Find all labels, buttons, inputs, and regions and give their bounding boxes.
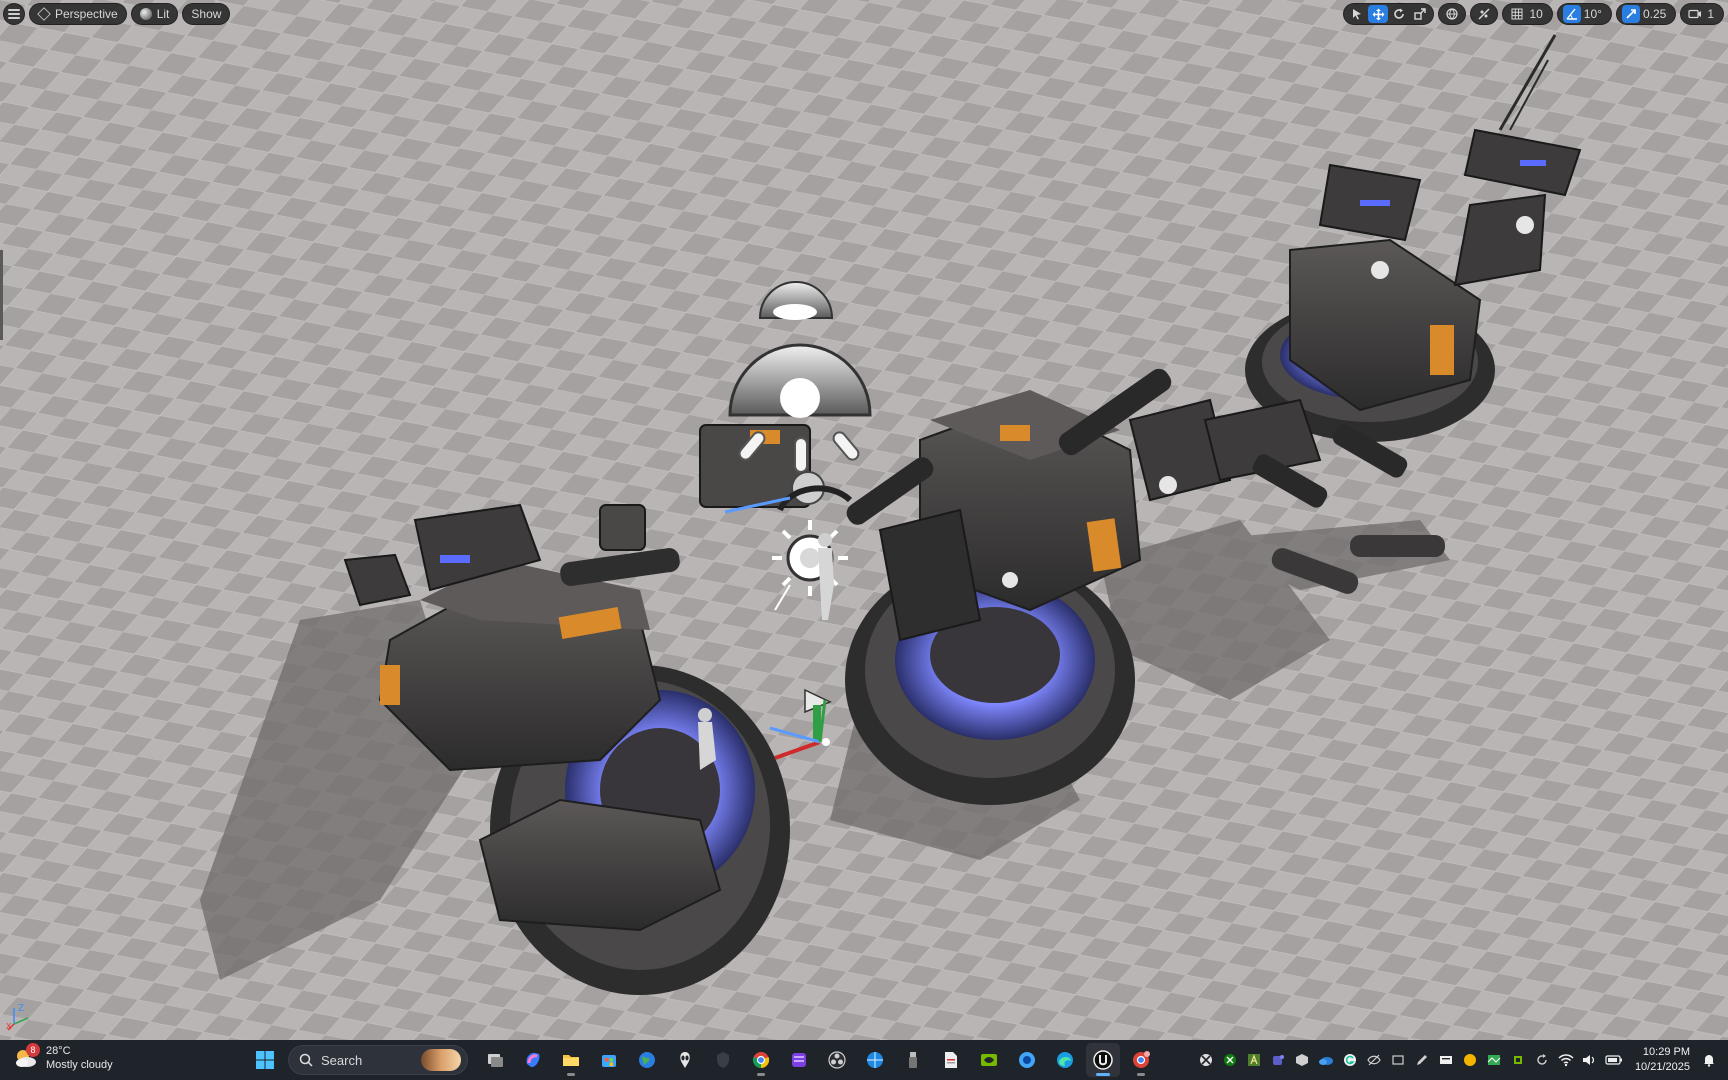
axis-z-label: Z	[18, 1003, 24, 1014]
translate-icon[interactable]	[1368, 5, 1389, 23]
axis-indicator: Z X	[6, 1003, 29, 1031]
wifi-sync-icon[interactable]	[1387, 1049, 1409, 1071]
web-icon[interactable]	[1010, 1043, 1044, 1077]
cube-icon	[37, 7, 51, 21]
scale-icon[interactable]	[1410, 5, 1430, 23]
camera-speed-group[interactable]: 1	[1680, 3, 1724, 25]
rotation-snap-value: 10°	[1583, 7, 1602, 21]
lit-sphere-icon	[139, 8, 152, 20]
search-highlight-image	[421, 1049, 461, 1071]
refresh-icon[interactable]	[1531, 1049, 1553, 1071]
copilot-icon[interactable]	[516, 1043, 550, 1077]
notification-bell-icon[interactable]	[1698, 1049, 1720, 1071]
rotation-snap-group[interactable]: 10°	[1556, 3, 1612, 25]
scale-snap-value: 0.25	[1642, 7, 1667, 21]
xbox-icon[interactable]	[1195, 1049, 1217, 1071]
volume-icon[interactable]	[1579, 1049, 1601, 1071]
hamburger-icon	[8, 9, 20, 19]
ime-icon[interactable]	[1435, 1049, 1457, 1071]
taskbar-apps: Search	[248, 1040, 1158, 1080]
clock-time: 10:29 PM	[1642, 1046, 1690, 1058]
battery-icon[interactable]	[1603, 1049, 1625, 1071]
document-icon[interactable]	[934, 1043, 968, 1077]
camera-icon	[1686, 5, 1704, 23]
teams-icon[interactable]	[1267, 1049, 1289, 1071]
scale-snap-pill: 0.25	[1620, 5, 1672, 23]
weather-temperature: 28°C	[46, 1045, 71, 1057]
map-tray-icon[interactable]	[1483, 1049, 1505, 1071]
clock-date: 10/21/2025	[1634, 1061, 1690, 1073]
coordinate-system-group	[1438, 3, 1467, 25]
camera-speed-value: 1	[1707, 7, 1714, 21]
rotate-icon[interactable]	[1389, 5, 1409, 23]
wifi-icon[interactable]	[1555, 1049, 1577, 1071]
chrome-icon[interactable]	[744, 1043, 778, 1077]
world-globe-icon[interactable]	[1442, 5, 1462, 23]
lit-label: Lit	[156, 7, 170, 21]
windows-start-icon[interactable]	[248, 1043, 282, 1077]
onedrive-icon[interactable]	[1315, 1049, 1337, 1071]
eye-off-icon[interactable]	[1363, 1049, 1385, 1071]
viewport-toolbar-right: 10 10° 0.25 1	[1343, 3, 1724, 25]
scale-snap-icon	[1621, 5, 1640, 23]
windows-taskbar: 8 28°C Mostly cloudy Search 10:29 PM 10/…	[0, 1040, 1728, 1080]
weather-widget[interactable]: 8 28°C Mostly cloudy	[12, 1043, 113, 1072]
microsoft-store-icon[interactable]	[592, 1043, 626, 1077]
purple-app-icon[interactable]	[782, 1043, 816, 1077]
taskbar-clock[interactable]: 10:29 PM 10/21/2025	[1627, 1045, 1696, 1075]
system-tray: 10:29 PM 10/21/2025	[1195, 1040, 1728, 1080]
chrome-profile-icon[interactable]	[1124, 1043, 1158, 1077]
pen-icon[interactable]	[1411, 1049, 1433, 1071]
chip-icon[interactable]	[1507, 1049, 1529, 1071]
globe-app-icon[interactable]	[858, 1043, 892, 1077]
viewport-menu-button[interactable]	[3, 3, 25, 25]
file-explorer-icon[interactable]	[554, 1043, 588, 1077]
camera-speed-pill: 1	[1684, 5, 1720, 23]
weather-cloud-icon: 8	[12, 1043, 40, 1071]
grammarly-icon[interactable]	[1339, 1049, 1361, 1071]
usb-icon[interactable]	[896, 1043, 930, 1077]
taskbar-search[interactable]: Search	[288, 1045, 468, 1075]
grid-snap-group[interactable]: 10	[1502, 3, 1553, 25]
directional-light-gizmo[interactable]	[728, 343, 872, 473]
search-icon	[299, 1053, 313, 1067]
left-edge-handle[interactable]	[0, 250, 3, 340]
scene-render[interactable]	[0, 0, 1728, 1040]
grid-snap-value: 10	[1529, 7, 1543, 21]
perspective-button[interactable]: Perspective	[29, 3, 127, 25]
obs-icon[interactable]	[820, 1043, 854, 1077]
alienware-icon[interactable]	[668, 1043, 702, 1077]
rotation-snap-pill: 10°	[1561, 5, 1608, 23]
show-label: Show	[191, 7, 222, 21]
edge-icon[interactable]	[1048, 1043, 1082, 1077]
grid-snap-icon	[1508, 5, 1526, 23]
unreal-engine-icon[interactable]	[1086, 1043, 1120, 1077]
show-button[interactable]: Show	[182, 3, 231, 25]
weather-condition: Mostly cloudy	[46, 1059, 113, 1071]
transform-tools	[1343, 3, 1435, 25]
weather-badge: 8	[26, 1043, 40, 1057]
weather-text: 28°C Mostly cloudy	[46, 1044, 113, 1072]
scale-snap-group[interactable]: 0.25	[1615, 3, 1677, 25]
surface-snap-icon[interactable]	[1474, 5, 1494, 23]
axis-x-label: X	[6, 1022, 12, 1031]
lit-button[interactable]: Lit	[130, 3, 179, 25]
editor-viewport[interactable]: Perspective Lit Show 10 10° 0.25 1 Z X	[0, 0, 1728, 1040]
task-view-icon[interactable]	[478, 1043, 512, 1077]
earth-icon[interactable]	[630, 1043, 664, 1077]
cube-tray-icon[interactable]	[1291, 1049, 1313, 1071]
surface-snap-group	[1470, 3, 1499, 25]
select-icon[interactable]	[1347, 5, 1367, 23]
circle-tray-icon[interactable]	[1459, 1049, 1481, 1071]
xbox-green-icon[interactable]	[1219, 1049, 1241, 1071]
perspective-label: Perspective	[55, 7, 118, 21]
nvidia-icon[interactable]	[972, 1043, 1006, 1077]
grid-snap-pill: 10	[1506, 5, 1548, 23]
rotation-snap-icon	[1562, 5, 1581, 23]
font-icon[interactable]	[1243, 1049, 1265, 1071]
shield-app-icon[interactable]	[706, 1043, 740, 1077]
search-placeholder: Search	[321, 1052, 363, 1068]
viewport-toolbar-left: Perspective Lit Show	[3, 3, 231, 25]
